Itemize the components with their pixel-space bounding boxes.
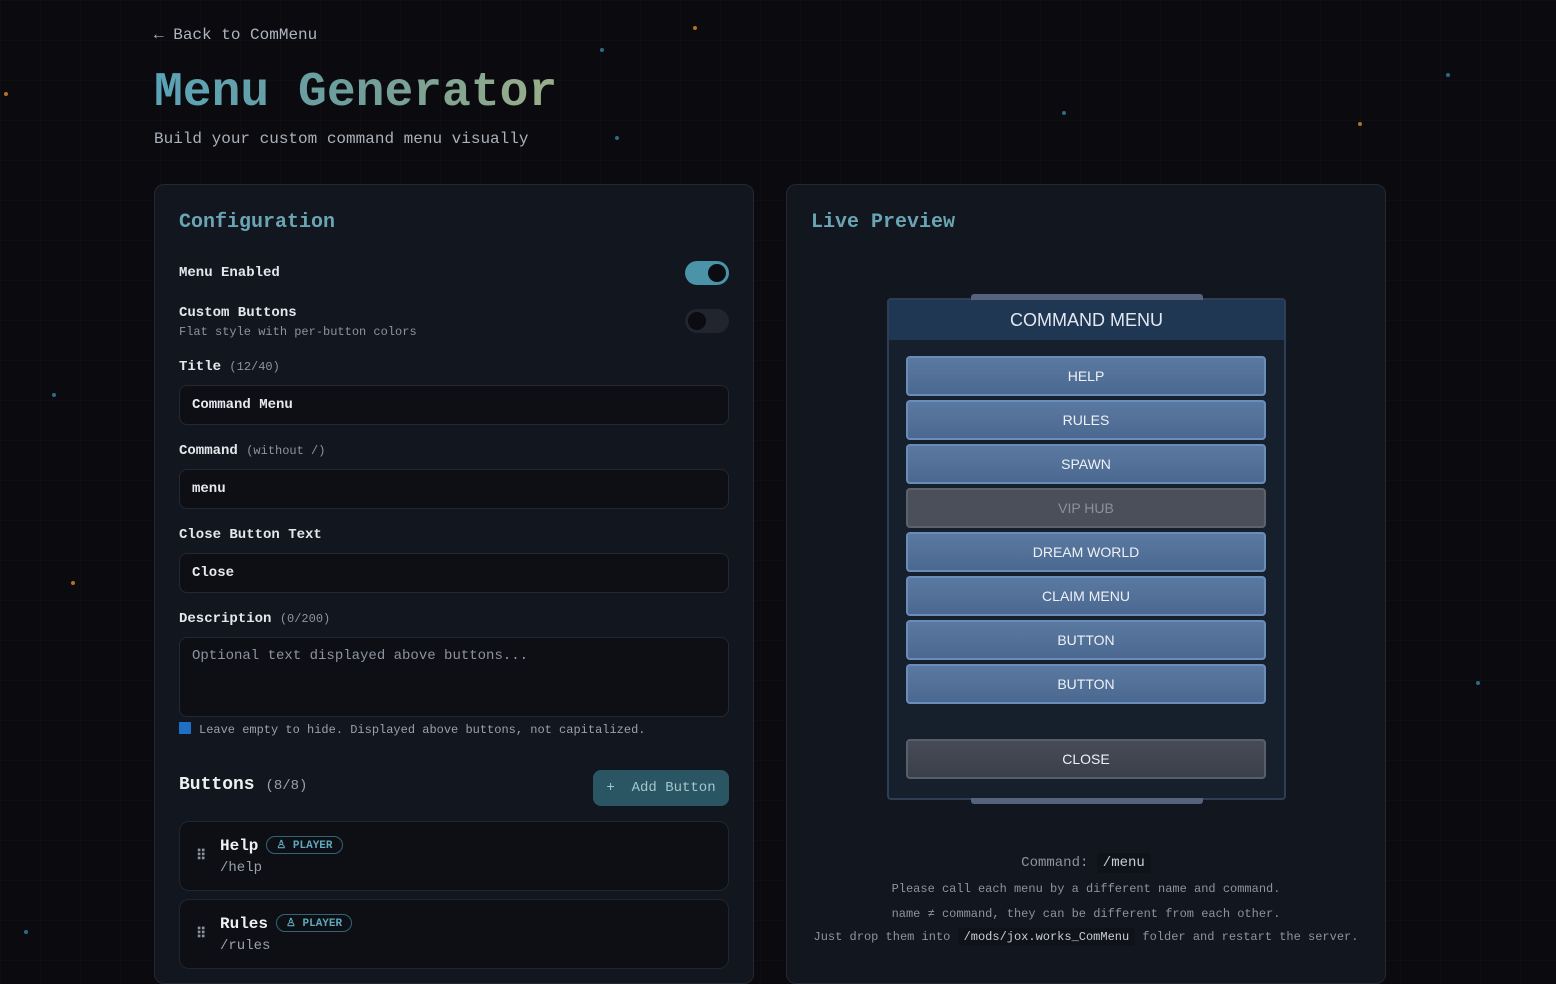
buttons-heading: Buttons (8/8) [179, 775, 308, 795]
preview-button[interactable]: HELP [906, 356, 1266, 396]
preview-button[interactable]: DREAM WORLD [906, 532, 1266, 572]
preview-button[interactable]: CLAIM MENU [906, 576, 1266, 616]
live-preview-panel: Live Preview COMMAND MENU HELP RULES SPA… [786, 184, 1386, 984]
back-link[interactable]: ← Back to ComMenu [154, 26, 317, 44]
preview-button[interactable]: SPAWN [906, 444, 1266, 484]
custom-buttons-hint: Flat style with per-button colors [179, 325, 417, 339]
button-list-item[interactable]: ⠿ Help ♙ PLAYER /help [179, 821, 729, 891]
user-icon: ♙ [286, 918, 296, 930]
plus-icon: + [606, 780, 615, 796]
title-label: Title (12/40) [179, 359, 280, 375]
preview-button[interactable]: RULES [906, 400, 1266, 440]
arrow-left-icon: ← [154, 26, 164, 44]
info-icon [179, 722, 191, 734]
role-badge: ♙ PLAYER [276, 914, 353, 932]
menu-enabled-label: Menu Enabled [179, 265, 280, 281]
preview-note: name ≠ command, they can be different fr… [891, 907, 1281, 921]
configuration-title: Configuration [179, 211, 336, 234]
add-button[interactable]: + Add Button [593, 770, 729, 806]
menu-preview-window: COMMAND MENU HELP RULES SPAWN VIP HUB DR… [887, 294, 1286, 804]
custom-buttons-toggle[interactable] [685, 309, 729, 333]
preview-note: Please call each menu by a different nam… [891, 882, 1281, 896]
preview-button[interactable]: BUTTON [906, 664, 1266, 704]
command-input[interactable]: menu [179, 469, 729, 509]
page-title: Menu Generator [154, 66, 558, 120]
live-preview-title: Live Preview [811, 211, 956, 234]
configuration-panel: Configuration Menu Enabled Custom Button… [154, 184, 754, 984]
menu-enabled-toggle[interactable] [685, 261, 729, 285]
command-label: Command (without /) [179, 443, 326, 459]
drag-handle-icon[interactable]: ⠿ [196, 848, 206, 865]
preview-button[interactable]: BUTTON [906, 620, 1266, 660]
close-text-input[interactable]: Close [179, 553, 729, 593]
page-subtitle: Build your custom command menu visually [154, 130, 529, 148]
description-label: Description (0/200) [179, 611, 331, 627]
description-textarea[interactable]: Optional text displayed above buttons... [179, 637, 729, 717]
title-input[interactable]: Command Menu [179, 385, 729, 425]
description-info: Leave empty to hide. Displayed above but… [179, 722, 645, 737]
preview-button-disabled[interactable]: VIP HUB [906, 488, 1266, 528]
button-list-item[interactable]: ⠿ Rules ♙ PLAYER /rules [179, 899, 729, 969]
user-icon: ♙ [276, 840, 287, 852]
role-badge: ♙ PLAYER [266, 836, 343, 854]
custom-buttons-label: Custom Buttons [179, 305, 297, 321]
drag-handle-icon[interactable]: ⠿ [196, 926, 206, 943]
preview-command: Command: /menu [787, 853, 1385, 873]
preview-close-button[interactable]: CLOSE [906, 739, 1266, 779]
preview-note: Just drop them into /mods/jox.works_ComM… [813, 928, 1359, 946]
close-text-label: Close Button Text [179, 527, 322, 543]
menu-preview-title: COMMAND MENU [889, 300, 1284, 340]
